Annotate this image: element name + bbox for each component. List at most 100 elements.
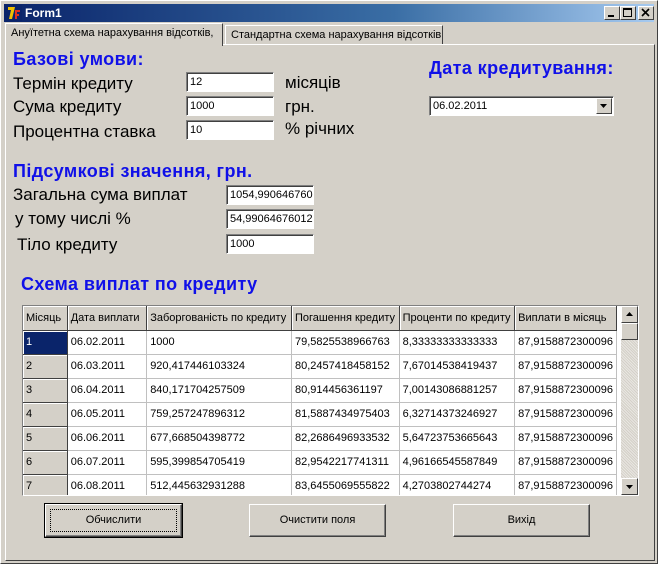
table-row: 4 06.05.2011 759,257247896312 81,5887434… [23, 402, 617, 427]
term-input[interactable]: 12 [186, 72, 274, 92]
term-label: Термін кредиту [13, 74, 133, 93]
close-button[interactable] [638, 6, 654, 20]
table-cell[interactable]: 677,668504398772 [146, 426, 292, 451]
total-payments-field[interactable]: 1054,990646760 [226, 185, 314, 205]
table-cell[interactable]: 4,96166545587849 [399, 450, 516, 475]
credit-date-value: 06.02.2011 [433, 100, 488, 112]
rate-input[interactable]: 10 [186, 120, 274, 140]
table-cell[interactable]: 840,171704257509 [146, 378, 292, 403]
clear-fields-button-label: Очистити поля [279, 514, 356, 526]
focus-rect [50, 509, 177, 532]
table-row: 2 06.03.2011 920,417446103324 80,2457418… [23, 354, 617, 379]
table-row: 1 06.02.2011 1000 79,5825538966763 8,333… [23, 330, 617, 355]
credit-date-dropdown-button[interactable] [596, 98, 612, 114]
credit-date-select[interactable]: 06.02.2011 [429, 96, 614, 116]
table-cell[interactable]: 5 [23, 426, 68, 451]
table-cell[interactable]: 83,6455069555822 [291, 474, 400, 495]
window-title: Form1 [25, 6, 62, 20]
maximize-icon [623, 8, 632, 17]
arrow-up-icon [626, 312, 633, 316]
table-cell[interactable]: 87,9158872300096 [514, 402, 617, 427]
table-cell[interactable]: 87,9158872300096 [514, 450, 617, 475]
table-cell[interactable]: 4,2703802744274 [399, 474, 516, 495]
table-cell[interactable]: 06.04.2011 [67, 378, 148, 403]
table-cell[interactable]: 06.07.2011 [67, 450, 148, 475]
scroll-up-button[interactable] [621, 306, 638, 323]
app-icon [6, 5, 22, 21]
table-cell[interactable]: 79,5825538966763 [291, 330, 400, 355]
title-bar[interactable]: Form1 [4, 4, 654, 22]
main-window: Form1 Ануїтетна схема нарахування відсот… [0, 0, 658, 564]
amount-input[interactable]: 1000 [186, 96, 274, 116]
table-cell[interactable]: 6 [23, 450, 68, 475]
column-header-month[interactable]: Місяць [23, 306, 68, 331]
rate-label: Процентна ставка [13, 122, 156, 141]
table-cell[interactable]: 8,33333333333333 [399, 330, 516, 355]
table-cell[interactable]: 7,00143086881257 [399, 378, 516, 403]
base-conditions-heading: Базові умови: [13, 49, 144, 69]
scroll-down-button[interactable] [621, 478, 638, 495]
exit-button[interactable]: Вихід [453, 504, 590, 537]
interest-field[interactable]: 54,99064676012 [226, 209, 314, 229]
table-cell[interactable]: 595,399854705419 [146, 450, 292, 475]
table-cell[interactable]: 7,67014538419437 [399, 354, 516, 379]
table-cell[interactable]: 80,2457418458152 [291, 354, 400, 379]
table-cell[interactable]: 87,9158872300096 [514, 330, 617, 355]
table-cell[interactable]: 80,914456361197 [291, 378, 400, 403]
scroll-thumb[interactable] [621, 323, 638, 340]
chevron-down-icon [600, 104, 607, 108]
table-cell[interactable]: 06.05.2011 [67, 402, 148, 427]
table-cell[interactable]: 06.03.2011 [67, 354, 148, 379]
table-cell[interactable]: 759,257247896312 [146, 402, 292, 427]
table-header-row: Місяць Дата виплати Заборгованість по кр… [23, 306, 617, 331]
table-row: 6 06.07.2011 595,399854705419 82,9542217… [23, 450, 617, 475]
minimize-icon [608, 15, 614, 17]
tab-standard-scheme[interactable]: Стандартна схема нарахування відсотків [225, 25, 443, 45]
totals-heading: Підсумкові значення, грн. [13, 161, 253, 181]
principal-field[interactable]: 1000 [226, 234, 314, 254]
table-cell[interactable]: 87,9158872300096 [514, 378, 617, 403]
amount-label: Сума кредиту [13, 97, 122, 116]
term-unit-label: місяців [285, 73, 341, 92]
interest-label: у тому числі % [15, 209, 131, 228]
table-cell[interactable]: 7 [23, 474, 68, 495]
amount-unit-label: грн. [285, 97, 315, 116]
table-cell[interactable]: 87,9158872300096 [514, 474, 617, 495]
table-cell[interactable]: 1 [23, 330, 68, 355]
table-cell[interactable]: 06.02.2011 [67, 330, 148, 355]
table-cell[interactable]: 81,5887434975403 [291, 402, 400, 427]
column-header-monthly-payment[interactable]: Виплати в місяць [514, 306, 617, 331]
column-header-interest[interactable]: Проценти по кредиту [399, 306, 516, 331]
credit-date-heading: Дата кредитування: [429, 58, 614, 78]
column-header-principal-repayment[interactable]: Погашення кредиту [291, 306, 400, 331]
principal-label: Тіло кредиту [17, 235, 118, 254]
table-cell[interactable]: 4 [23, 402, 68, 427]
vertical-scrollbar[interactable] [621, 306, 638, 495]
table-cell[interactable]: 06.08.2011 [67, 474, 148, 495]
arrow-down-icon [626, 485, 633, 489]
minimize-button[interactable] [604, 6, 620, 20]
tab-annuity-scheme[interactable]: Ануїтетна схема нарахування відсотків, [5, 23, 223, 46]
table-cell[interactable]: 87,9158872300096 [514, 426, 617, 451]
table-cell[interactable]: 3 [23, 378, 68, 403]
table-cell[interactable]: 5,64723753665643 [399, 426, 516, 451]
table-cell[interactable]: 6,32714373246927 [399, 402, 516, 427]
table-cell[interactable]: 920,417446103324 [146, 354, 292, 379]
table-cell[interactable]: 512,445632931288 [146, 474, 292, 495]
maximize-button[interactable] [620, 6, 636, 20]
column-header-debt[interactable]: Заборгованість по кредиту [146, 306, 292, 331]
column-header-payment-date[interactable]: Дата виплати [67, 306, 148, 331]
table-cell[interactable]: 2 [23, 354, 68, 379]
table-cell[interactable]: 82,2686496933532 [291, 426, 400, 451]
close-icon [641, 8, 650, 17]
table-cell[interactable]: 87,9158872300096 [514, 354, 617, 379]
table-cell[interactable]: 82,9542217741311 [291, 450, 400, 475]
table-cell[interactable]: 1000 [146, 330, 292, 355]
payment-schedule-grid[interactable]: Місяць Дата виплати Заборгованість по кр… [22, 305, 639, 496]
table-row: 3 06.04.2011 840,171704257509 80,9144563… [23, 378, 617, 403]
schedule-heading: Схема виплат по кредиту [21, 274, 258, 294]
calculate-button[interactable]: Обчислити [44, 503, 183, 538]
table-cell[interactable]: 06.06.2011 [67, 426, 148, 451]
clear-fields-button[interactable]: Очистити поля [249, 504, 386, 537]
tab-standard-label: Стандартна схема нарахування відсотків [231, 29, 442, 41]
